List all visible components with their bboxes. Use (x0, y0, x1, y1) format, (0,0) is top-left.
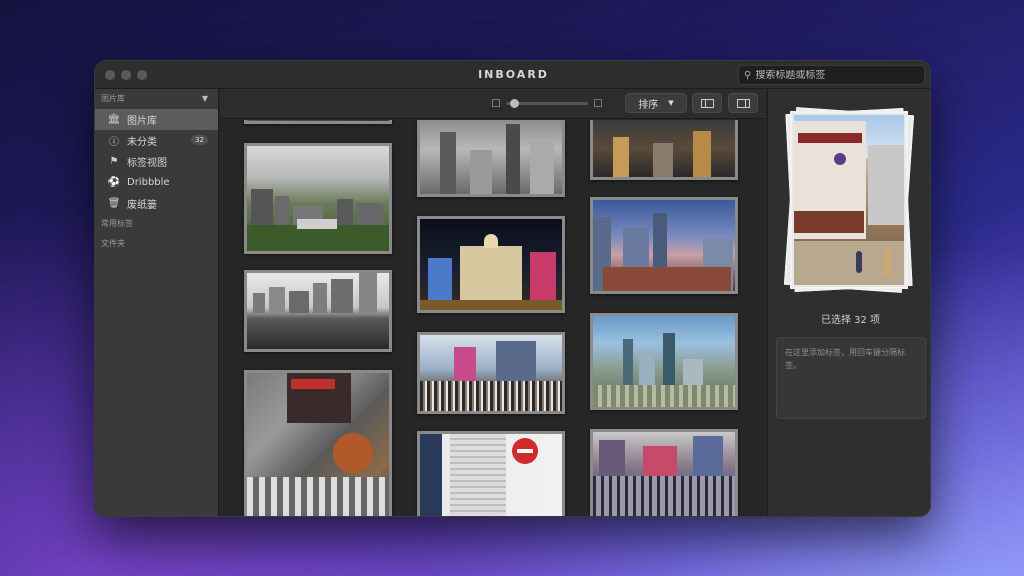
inspector-panel: 已选择 32 项 在这里添加标签，用回车键分隔标签。 (767, 89, 930, 516)
toggle-sidebar-button[interactable] (692, 93, 722, 113)
photo-thumbnail[interactable] (590, 197, 738, 294)
sidebar-item-label: 标签视图 (127, 158, 167, 169)
sidebar-item-label: Dribbble (127, 177, 170, 188)
library-section-header[interactable]: 图片库 ▼ (95, 89, 218, 109)
folders-header[interactable]: 文件夹 (95, 234, 218, 254)
collapse-caret-icon[interactable]: ▼ (202, 89, 208, 109)
toolbar: 排序 ▼ (220, 89, 766, 119)
large-thumbnail-icon (594, 99, 602, 107)
sidebar-item-uncategorized[interactable]: ⓘ 未分类 32 (95, 130, 218, 151)
photo-thumbnail[interactable] (244, 143, 392, 254)
photo-thumbnail[interactable] (244, 370, 392, 516)
small-thumbnail-icon (492, 99, 500, 107)
thumbnail-size-slider[interactable] (492, 99, 602, 109)
selection-count-label: 已选择 32 项 (820, 315, 881, 326)
dribbble-icon: ⚽ (107, 177, 121, 188)
chevron-down-icon: ▼ (668, 99, 674, 107)
count-badge: 32 (191, 135, 208, 145)
search-input[interactable] (755, 69, 916, 81)
slider-knob[interactable] (509, 99, 519, 108)
photo-thumbnail[interactable] (590, 313, 738, 410)
title-bar: INBOARD ⚲ (95, 61, 930, 89)
tag-icon: ⚑ (109, 156, 119, 167)
selection-preview-stack (783, 107, 915, 293)
toggle-inspector-button[interactable] (728, 93, 758, 113)
search-icon: ⚲ (744, 69, 752, 81)
sort-button[interactable]: 排序 ▼ (625, 93, 687, 113)
sidebar-item-library[interactable]: 🏛 图片库 (95, 109, 218, 130)
library-section-label: 图片库 (101, 94, 125, 103)
question-icon: ⓘ (109, 137, 119, 148)
preview-photo (790, 111, 908, 289)
sidebar: 图片库 ▼ 🏛 图片库 ⓘ 未分类 32 ⚑ 标签视图 ⚽ Dribbble 🗑… (95, 89, 219, 516)
photo-thumbnail[interactable] (244, 270, 392, 352)
photo-grid (220, 120, 766, 516)
trash-icon: 🗑 (107, 198, 121, 209)
sidebar-item-label: 未分类 (127, 137, 157, 148)
photo-thumbnail[interactable] (417, 216, 565, 313)
photo-thumbnail[interactable] (244, 120, 392, 124)
app-window: INBOARD ⚲ 图片库 ▼ 🏛 图片库 ⓘ 未分类 32 ⚑ 标签视图 ⚽ … (94, 60, 931, 517)
library-icon: 🏛 (107, 114, 121, 125)
photo-thumbnail[interactable] (417, 120, 565, 197)
search-box[interactable]: ⚲ (738, 65, 925, 85)
photo-thumbnail[interactable] (417, 431, 565, 516)
common-tags-header[interactable]: 常用标签 (95, 214, 218, 234)
tag-input-field[interactable]: 在这里添加标签，用回车键分隔标签。 (776, 337, 926, 419)
sidebar-item-trash[interactable]: 🗑 废纸篓 (95, 193, 218, 214)
photo-thumbnail[interactable] (417, 332, 565, 414)
sidebar-item-label: 废纸篓 (127, 200, 157, 211)
sidebar-item-label: 图片库 (127, 116, 157, 127)
sidebar-right-icon (737, 99, 750, 108)
sort-label: 排序 (638, 99, 659, 111)
preview-image (794, 115, 904, 285)
photo-thumbnail[interactable] (590, 429, 738, 516)
photo-thumbnail[interactable] (590, 120, 738, 180)
sidebar-item-dribbble[interactable]: ⚽ Dribbble (95, 172, 218, 193)
sidebar-left-icon (701, 99, 714, 108)
sidebar-item-tag-view[interactable]: ⚑ 标签视图 (95, 151, 218, 172)
